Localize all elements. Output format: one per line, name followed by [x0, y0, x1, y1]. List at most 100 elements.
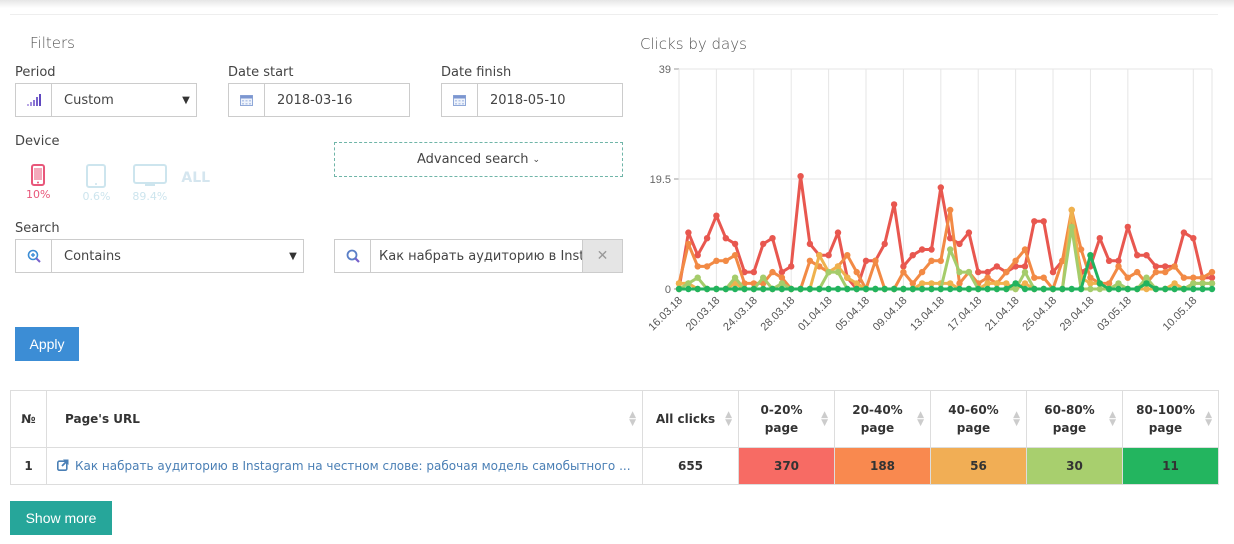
search-query-field[interactable]: Как набрать аудиторию в Instagram на чес…	[334, 239, 623, 273]
data-point	[675, 280, 683, 287]
data-point	[1040, 285, 1047, 293]
data-point	[1134, 252, 1141, 259]
apply-button[interactable]: Apply	[15, 327, 79, 361]
data-point	[1031, 285, 1038, 293]
col-header-80-100[interactable]: 80-100% page ▲ ▼	[1122, 390, 1219, 448]
data-point	[1162, 268, 1169, 276]
data-point	[1171, 263, 1178, 270]
data-point	[1049, 268, 1057, 276]
data-point	[1087, 274, 1094, 281]
x-tick-label: 21.04.18	[983, 295, 1022, 334]
data-point	[947, 280, 954, 287]
data-point	[1087, 252, 1094, 259]
advanced-search-button[interactable]: Advanced search ⌄	[334, 142, 623, 177]
data-point	[1143, 280, 1150, 287]
data-point	[1152, 263, 1160, 270]
sort-icon: ▲ ▼	[917, 410, 924, 428]
data-point	[862, 257, 870, 264]
col-header-0-20[interactable]: 0-20% page ▲ ▼	[738, 390, 835, 448]
calendar-icon	[442, 84, 478, 116]
series-line-2	[677, 208, 1213, 291]
search-query-input[interactable]: Как набрать аудиторию в Instagram на чес…	[371, 249, 582, 264]
data-point	[675, 285, 683, 293]
col-header-number: №	[10, 390, 47, 448]
data-point	[900, 263, 907, 270]
data-point	[694, 263, 701, 270]
data-point	[760, 285, 767, 293]
data-point	[862, 285, 870, 293]
data-point	[1143, 252, 1150, 259]
x-tick-label: 16.03.18	[646, 295, 685, 334]
data-point	[788, 263, 795, 270]
data-point	[797, 173, 804, 180]
x-tick-label: 10.05.18	[1161, 295, 1200, 334]
data-point	[975, 268, 982, 276]
data-point	[1115, 263, 1122, 270]
data-point	[1171, 280, 1178, 287]
data-point	[1143, 285, 1150, 293]
data-point	[928, 280, 935, 287]
col-header-url[interactable]: Page's URL ▲ ▼	[46, 390, 643, 448]
data-point	[1162, 263, 1169, 270]
data-point	[685, 240, 692, 248]
external-link-icon	[57, 459, 69, 471]
calendar-icon	[229, 84, 265, 116]
data-point	[1012, 285, 1019, 293]
data-point	[806, 285, 814, 293]
data-point	[1012, 257, 1019, 264]
col-header-label: 0-20% page	[760, 403, 803, 435]
y-tick-label: 39	[659, 64, 671, 76]
data-point	[890, 285, 898, 293]
data-point	[1171, 285, 1178, 293]
data-point	[1105, 285, 1113, 293]
dropdown-caret-icon: ▼	[182, 94, 190, 106]
table-row: 1 Как набрать аудиторию в Instagram на ч…	[10, 447, 1219, 485]
col-header-40-60[interactable]: 40-60% page ▲ ▼	[930, 390, 1027, 448]
data-point	[1021, 280, 1029, 287]
device-mobile[interactable]: 10%	[26, 164, 50, 201]
date-start-field[interactable]: 2018-03-16	[228, 83, 410, 117]
series-line-3	[679, 208, 1212, 291]
search-mode-select[interactable]: Contains ▼	[15, 239, 304, 273]
device-desktop[interactable]: 89.4%	[132, 164, 167, 203]
clicks-by-days-chart: 019.53916.03.1820.03.1824.03.1828.03.180…	[646, 64, 1216, 334]
data-point	[1208, 274, 1216, 281]
data-point	[1152, 268, 1160, 276]
data-point	[713, 212, 720, 219]
data-point	[1134, 285, 1141, 293]
x-tick-label: 09.04.18	[871, 295, 910, 334]
data-point	[1143, 274, 1150, 281]
data-point	[984, 280, 991, 287]
data-point	[937, 257, 944, 264]
x-tick-label: 24.03.18	[721, 295, 760, 334]
data-point	[881, 240, 888, 248]
sort-icon: ▲ ▼	[1109, 410, 1116, 428]
col-header-60-80[interactable]: 60-80% page ▲ ▼	[1026, 390, 1123, 448]
data-point	[918, 280, 926, 287]
data-point	[694, 285, 701, 293]
device-tablet[interactable]: 0.6%	[82, 164, 110, 203]
page-url-link[interactable]: Как набрать аудиторию в Instagram на чес…	[57, 459, 631, 473]
search-icon	[335, 240, 371, 272]
data-point	[722, 235, 729, 242]
close-icon[interactable]: ✕	[582, 240, 622, 272]
data-point	[965, 285, 973, 293]
page-url-text: Как набрать аудиторию в Instagram на чес…	[75, 459, 631, 473]
show-more-button[interactable]: Show more	[10, 501, 112, 535]
col-header-20-40[interactable]: 20-40% page ▲ ▼	[834, 390, 931, 448]
data-point	[778, 274, 786, 281]
period-select[interactable]: Custom ▼	[15, 83, 197, 117]
col-header-label: 60-80% page	[1044, 403, 1095, 435]
x-tick-label: 01.04.18	[796, 295, 835, 334]
data-point	[1096, 235, 1103, 242]
data-point	[993, 285, 1001, 293]
col-header-label: Page's URL	[65, 412, 140, 426]
device-all[interactable]: ALL	[181, 170, 210, 186]
data-point	[1115, 280, 1122, 287]
data-point	[937, 184, 944, 191]
date-finish-field[interactable]: 2018-05-10	[441, 83, 623, 117]
data-point	[1031, 218, 1038, 225]
col-header-all-clicks[interactable]: All clicks ▲ ▼	[642, 390, 739, 448]
table-header-row: № Page's URL ▲ ▼ All clicks ▲ ▼ 0-20% page ▲ ▼…	[10, 390, 1219, 448]
x-tick-label: 25.04.18	[1020, 295, 1059, 334]
